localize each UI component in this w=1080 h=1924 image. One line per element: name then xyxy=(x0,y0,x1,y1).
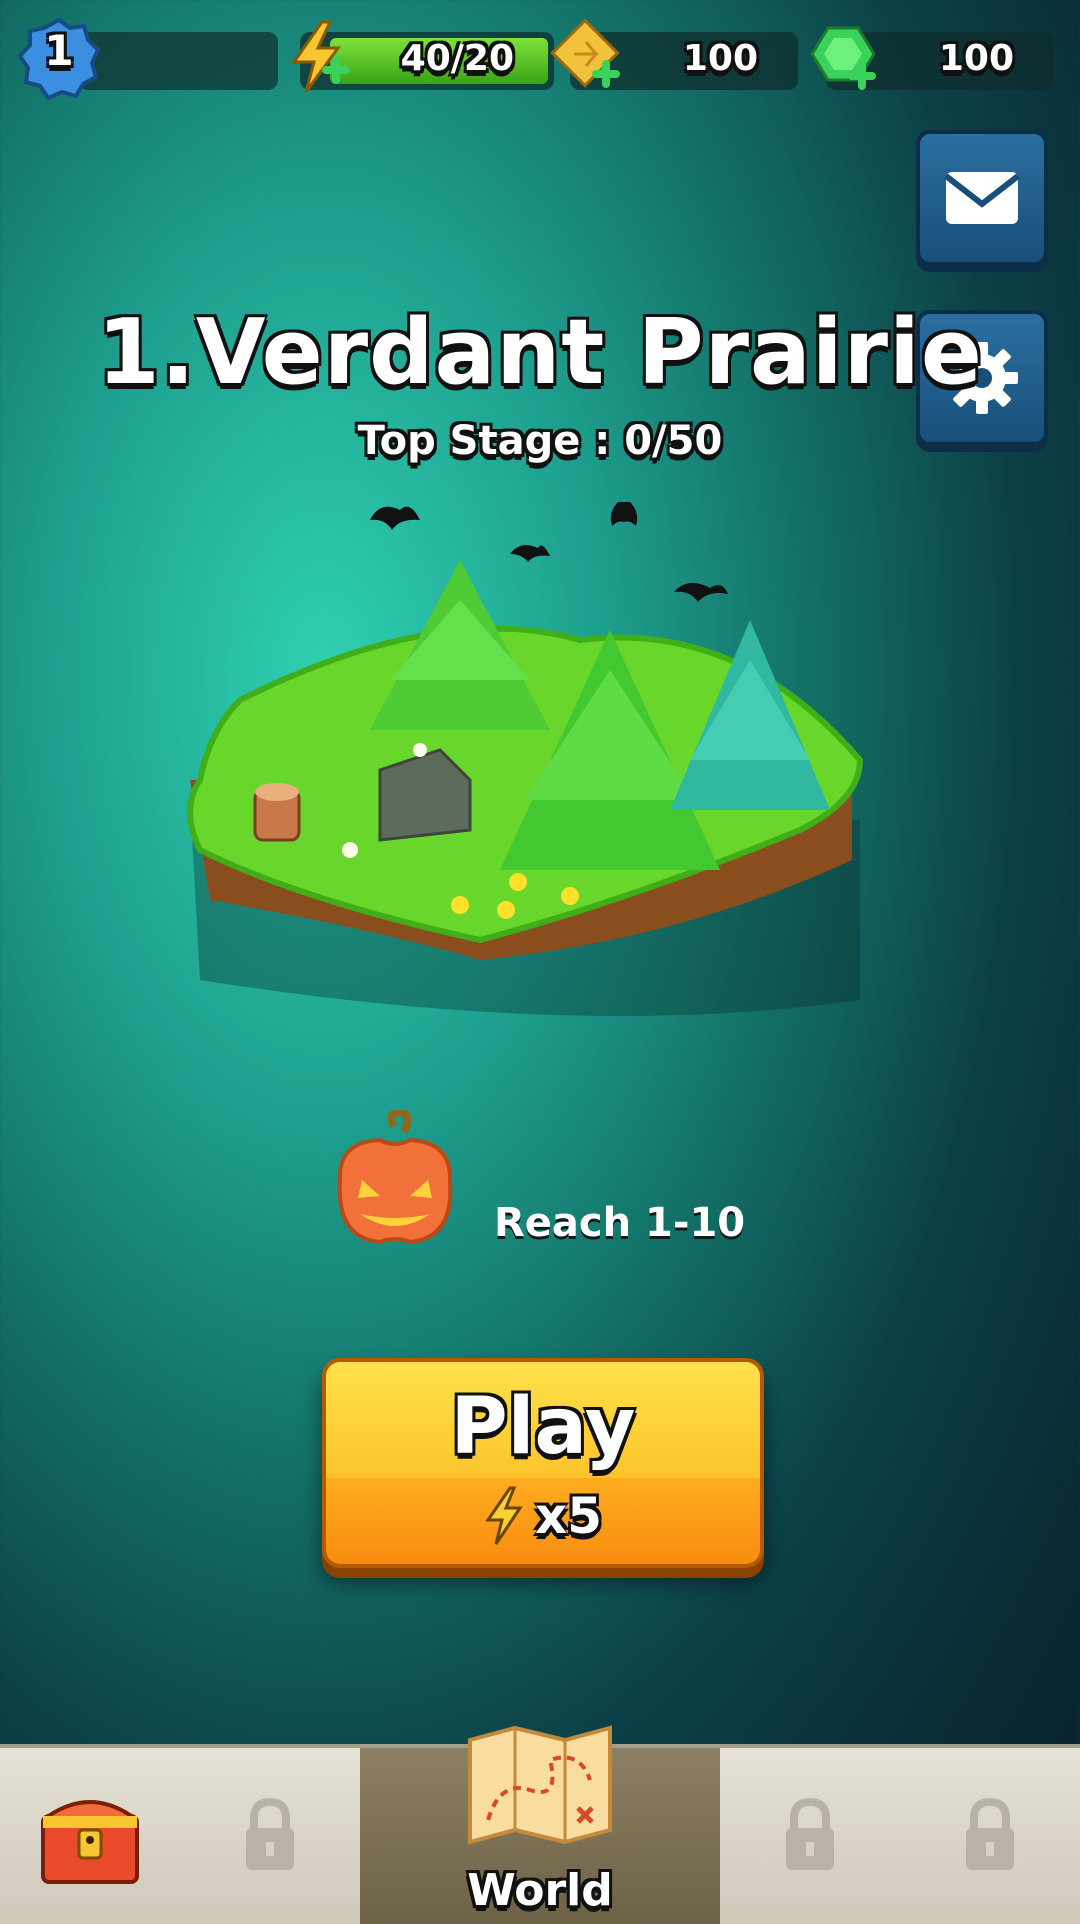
world-title: 1.Verdant Prairie xyxy=(97,300,983,405)
energy-cost: x5 xyxy=(535,1487,603,1545)
lock-icon xyxy=(246,1797,294,1870)
nav-item-world[interactable]: World xyxy=(360,1725,723,1924)
play-label: Play xyxy=(450,1382,636,1472)
coin-plus-icon xyxy=(550,18,620,88)
treasure-chest-icon xyxy=(41,1800,139,1884)
world-island-illustration[interactable] xyxy=(180,480,880,1080)
xp-bar xyxy=(78,32,278,90)
reward-requirement: Reach 1-10 xyxy=(494,1200,746,1246)
lock-icon xyxy=(786,1797,834,1870)
lock-icon xyxy=(966,1797,1014,1870)
play-cost: x5 xyxy=(326,1486,760,1556)
mail-button[interactable] xyxy=(916,130,1048,266)
nav-item-locked-3[interactable] xyxy=(900,1748,1080,1924)
coin-counter[interactable]: 100 xyxy=(550,18,798,90)
lightning-icon xyxy=(485,1486,523,1545)
gem-value: 100 xyxy=(938,38,1014,79)
level-number: 1 xyxy=(44,26,74,75)
envelope-icon xyxy=(944,172,1020,224)
bat-icons xyxy=(370,502,728,602)
bottom-navigation: World xyxy=(0,1725,1080,1924)
nav-item-locked-1[interactable] xyxy=(180,1748,363,1924)
pumpkin-icon xyxy=(337,1110,453,1245)
top-hud: 1 40/20 100 100 xyxy=(18,18,1062,100)
top-stage-progress: Top Stage : 0/50 xyxy=(357,418,723,464)
nav-item-shop[interactable] xyxy=(0,1748,183,1924)
gem-plus-icon xyxy=(810,26,876,90)
play-button[interactable]: Play x5 xyxy=(322,1358,764,1568)
coin-value: 100 xyxy=(682,38,758,79)
map-icon xyxy=(468,1725,612,1845)
nav-item-locked-2[interactable] xyxy=(720,1748,903,1924)
nav-label-world: World xyxy=(467,1865,613,1916)
lightning-plus-icon xyxy=(291,20,350,93)
energy-value: 40/20 xyxy=(400,38,514,79)
gem-counter[interactable]: 100 xyxy=(810,26,1054,90)
energy-counter[interactable]: 40/20 xyxy=(291,20,554,93)
player-level[interactable]: 1 xyxy=(18,18,280,100)
